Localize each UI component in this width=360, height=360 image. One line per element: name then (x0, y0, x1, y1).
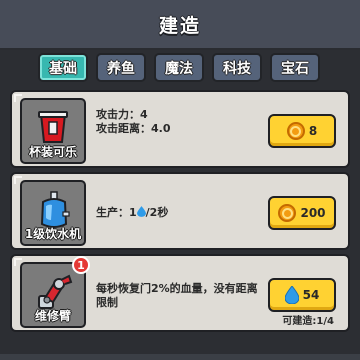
page-title: 建造 (158, 14, 201, 37)
tab-fish[interactable]: 养鱼 (96, 53, 146, 82)
tab-magic[interactable]: 魔法 (154, 53, 204, 82)
tab-tech[interactable]: 科技 (212, 53, 262, 82)
cost-amount: 54 (302, 288, 320, 302)
water-dispenser-icon (40, 191, 70, 228)
water-drop-icon (284, 286, 299, 304)
title-bar: 建造 (0, 0, 360, 50)
tab-gem[interactable]: 宝石 (270, 53, 320, 82)
build-card-cola: 杯装可乐 攻击力：4 攻击距离：4.0 8 (10, 90, 350, 168)
item-slot-repair-arm[interactable]: 1 维修臂 (20, 256, 90, 328)
coin-icon (286, 122, 305, 140)
cost-amount: 8 (308, 124, 318, 138)
bottom-edge (0, 354, 360, 360)
water-drop-icon (136, 206, 146, 217)
repair-arm-icon (38, 274, 73, 309)
item-name: 杯装可乐 (28, 145, 77, 159)
build-card-repair-arm: 1 维修臂 每秒恢复门2%的血量，没有距离限制 54 可建造:1/4 (10, 254, 350, 332)
build-count: 可建造:1/4 (282, 316, 334, 327)
item-description: 攻击力：4 攻击距离：4.0 (96, 108, 256, 136)
cola-cup-icon (38, 111, 68, 143)
production-label: 生产：1 (96, 206, 137, 219)
attack-range-text: 攻击距离：4.0 (96, 122, 171, 135)
buy-button-cola[interactable]: 8 (268, 114, 336, 148)
buy-button-water-dispenser[interactable]: 200 (268, 196, 336, 230)
item-name: 1级饮水机 (24, 227, 82, 241)
item-slot-cola[interactable]: 杯装可乐 (20, 98, 86, 164)
production-rate: /2秒 (145, 206, 169, 219)
build-card-water-dispenser: 1级饮水机 生产：1/2秒 200 (10, 172, 350, 250)
attack-power-text: 攻击力：4 (96, 108, 148, 121)
item-name: 维修臂 (34, 309, 71, 323)
coin-icon (278, 204, 297, 222)
item-description: 生产：1/2秒 (96, 206, 256, 220)
category-tabs: 基础 养鱼 魔法 科技 宝石 (38, 53, 320, 83)
notification-badge: 1 (72, 256, 90, 274)
tab-basic[interactable]: 基础 (38, 53, 88, 82)
item-slot-water-dispenser[interactable]: 1级饮水机 (20, 180, 86, 246)
item-description: 每秒恢复门2%的血量，没有距离限制 (96, 282, 258, 309)
buy-button-repair-arm[interactable]: 54 (268, 278, 336, 312)
cost-amount: 200 (300, 206, 326, 220)
